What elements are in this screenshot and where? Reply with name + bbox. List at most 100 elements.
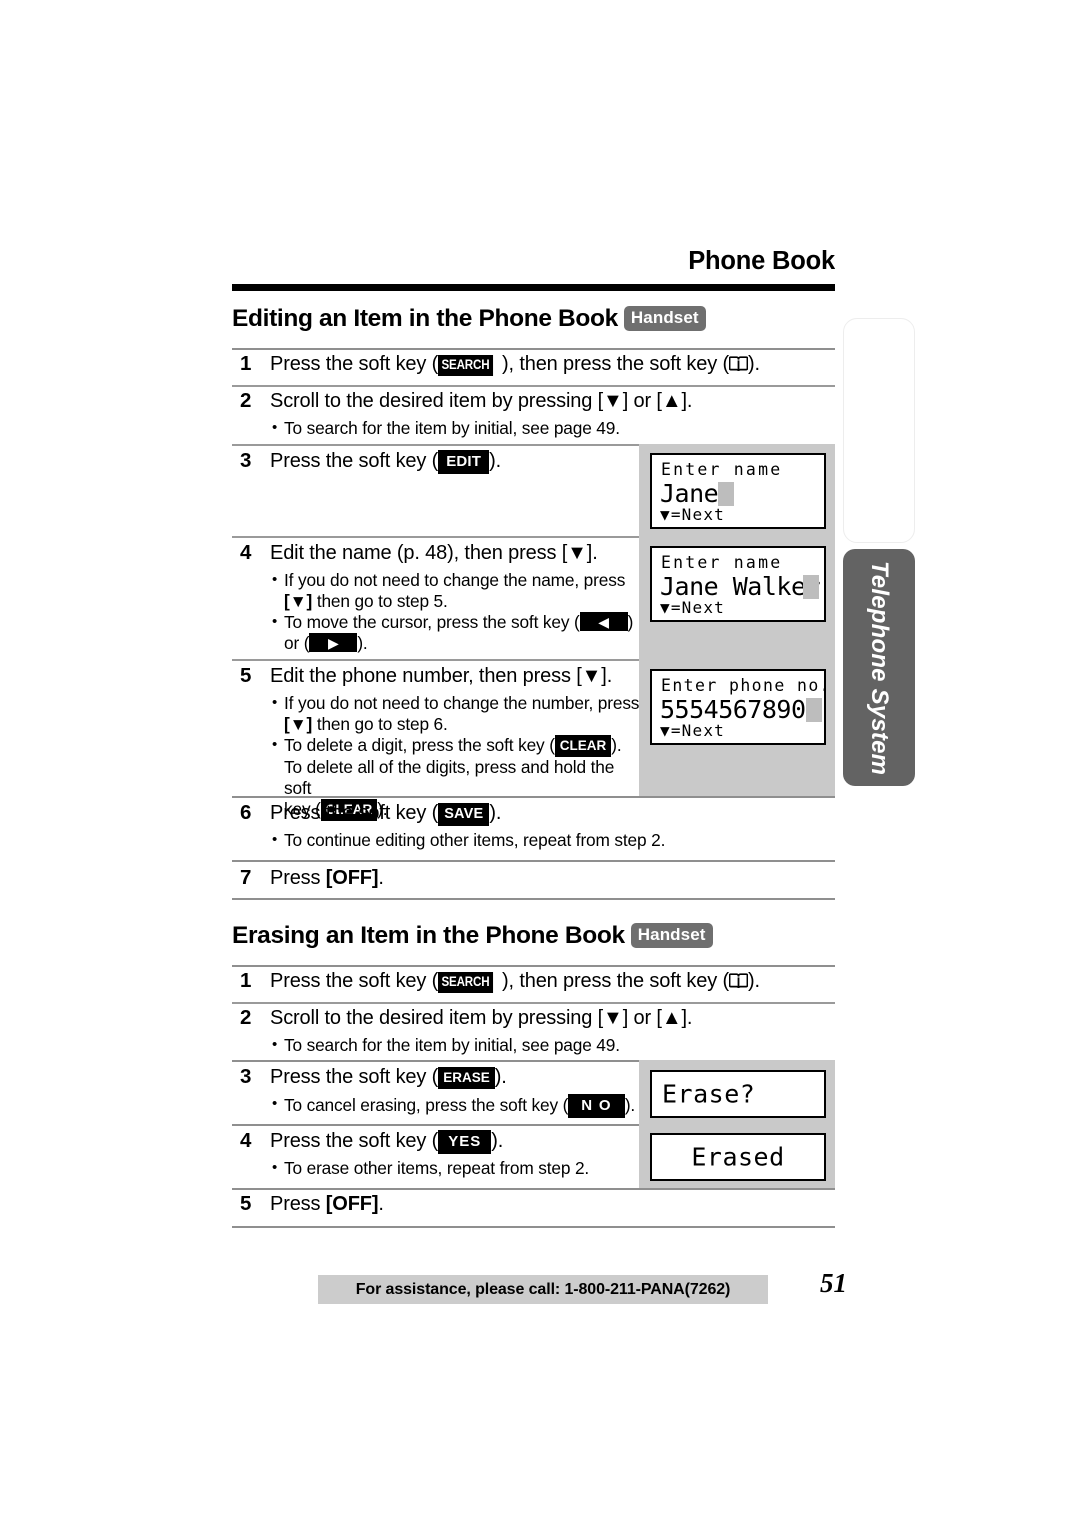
step-text: Press [OFF]. <box>270 867 384 889</box>
step-editing-7: 7 Press [OFF]. <box>240 866 840 891</box>
lcd-line1: Enter name <box>661 460 783 479</box>
rule-e3b <box>639 536 835 542</box>
section-heading-erasing: Erasing an Item in the Phone Book Handset <box>232 922 713 950</box>
softkey-search[interactable]: SEARCH <box>438 971 494 993</box>
lcd-cursor <box>803 575 820 599</box>
key-down: ▼ <box>603 1007 623 1029</box>
step-number: 2 <box>240 389 252 412</box>
step-bullets: If you do not need to change the name, p… <box>270 569 640 654</box>
bullet: To erase other items, repeat from step 2… <box>270 1157 640 1179</box>
manual-page: Phone Book Editing an Item in the Phone … <box>0 0 1080 1528</box>
bullet: To search for the item by initial, see p… <box>270 1034 840 1056</box>
lcd-line2: 5554567890 <box>660 695 822 724</box>
handset-badge: Handset <box>630 923 713 948</box>
softkey-cursor-right[interactable]: ▶ <box>309 633 358 652</box>
phone-book-icon <box>728 354 749 372</box>
step-bullets: To continue editing other items, repeat … <box>270 829 840 851</box>
softkey-erase[interactable]: ERASE <box>438 1067 495 1089</box>
step-editing-3: 3 Press the soft key (EDIT). <box>240 449 640 474</box>
rule-r3b <box>639 1124 835 1130</box>
step-text: Press the soft key (SEARCH), then press … <box>270 970 760 993</box>
rule-r5 <box>232 1226 835 1228</box>
step-editing-5: 5 Edit the phone number, then press [▼].… <box>240 664 640 821</box>
softkey-yes[interactable]: YES <box>438 1130 492 1154</box>
lcd-enter-phone: Enter phone no. 5554567890 ▼=Next <box>650 669 830 745</box>
step-erasing-3: 3 Press the soft key (ERASE). To cancel … <box>240 1065 640 1118</box>
lcd-cursor <box>805 698 822 722</box>
step-text: Press the soft key (ERASE). <box>270 1066 507 1089</box>
step-erasing-2: 2 Scroll to the desired item by pressing… <box>240 1006 840 1056</box>
softkey-edit[interactable]: EDIT <box>438 450 490 474</box>
rule-e0 <box>232 348 835 350</box>
assistance-band: For assistance, please call: 1-800-211-P… <box>318 1275 768 1304</box>
bullet: If you do not need to change the number,… <box>270 692 640 735</box>
step-text: Press the soft key (SAVE). <box>270 802 502 826</box>
lcd-line3: ▼=Next <box>660 598 725 617</box>
rule-r1 <box>232 1002 835 1004</box>
rule-r3 <box>232 1124 639 1126</box>
lcd-line3: ▼=Next <box>660 505 725 524</box>
softkey-save[interactable]: SAVE <box>438 803 490 826</box>
lcd-line1: Erased <box>691 1142 785 1172</box>
softkey-search[interactable]: SEARCH <box>438 354 494 376</box>
softkey-clear[interactable]: CLEAR <box>554 735 612 757</box>
step-text: Press the soft key (YES). <box>270 1130 504 1154</box>
step-bullets: To search for the item by initial, see p… <box>270 417 840 439</box>
step-number: 6 <box>240 801 252 824</box>
side-tab-telephone-system[interactable]: Telephone System <box>843 549 915 786</box>
bullet: To move the cursor, press the soft key (… <box>270 611 640 654</box>
step-text: Scroll to the desired item by pressing [… <box>270 390 693 412</box>
step-text: Press [OFF]. <box>270 1193 384 1215</box>
rule-r0 <box>232 965 835 967</box>
rule-e6 <box>232 860 835 862</box>
lcd-erase-confirm: Erase? <box>650 1070 826 1118</box>
lcd-line1: Enter phone no. <box>661 676 832 695</box>
rule-e3 <box>232 536 639 538</box>
step-number: 1 <box>240 352 252 375</box>
key-up: ▲ <box>661 390 682 412</box>
step-bullets: To erase other items, repeat from step 2… <box>270 1157 640 1179</box>
lcd-line2: Jane Walker <box>660 572 821 601</box>
key-up: ▲ <box>661 1007 682 1029</box>
step-editing-1: 1 Press the soft key (SEARCH), then pres… <box>240 352 840 377</box>
bullet: To search for the item by initial, see p… <box>270 417 840 439</box>
step-text: Press the soft key (EDIT). <box>270 450 502 474</box>
lcd-line2: Jane <box>660 479 735 508</box>
rule-r2 <box>232 1060 639 1062</box>
rule-e1 <box>232 385 835 387</box>
lcd-erased: Erased <box>650 1133 826 1181</box>
step-editing-2: 2 Scroll to the desired item by pressing… <box>240 389 840 439</box>
key-off: [OFF] <box>325 1193 379 1215</box>
softkey-cursor-left[interactable]: ◀ <box>579 612 628 631</box>
step-number: 5 <box>240 664 252 687</box>
phone-book-icon <box>728 971 749 989</box>
step-text: Press the soft key (SEARCH), then press … <box>270 353 760 376</box>
step-erasing-1: 1 Press the soft key (SEARCH), then pres… <box>240 969 840 994</box>
step-number: 7 <box>240 866 252 889</box>
step-number: 3 <box>240 449 252 472</box>
step-editing-6: 6 Press the soft key (SAVE). To continue… <box>240 801 840 851</box>
rule-e2 <box>232 444 639 446</box>
softkey-no[interactable]: N O <box>568 1094 625 1118</box>
step-text: Scroll to the desired item by pressing [… <box>270 1007 693 1029</box>
side-tab-label: Telephone System <box>866 560 893 775</box>
header-rule <box>232 284 835 291</box>
step-text: Edit the name (p. 48), then press [▼]. <box>270 542 598 564</box>
lcd-enter-name-2: Enter name Jane Walker ▼=Next <box>650 546 826 622</box>
section-title-erasing: Erasing an Item in the Phone Book <box>232 922 625 949</box>
rule-r4 <box>232 1188 835 1190</box>
key-off: [OFF] <box>325 867 379 889</box>
step-number: 4 <box>240 541 252 564</box>
key-down: ▼ <box>581 665 602 687</box>
step-editing-4: 4 Edit the name (p. 48), then press [▼].… <box>240 541 640 654</box>
bullet: If you do not need to change the name, p… <box>270 569 640 612</box>
rule-e4 <box>232 659 639 661</box>
side-tab-ghost <box>843 318 915 543</box>
lcd-line1: Erase? <box>662 1079 756 1109</box>
lcd-enter-name-1: Enter name Jane ▼=Next <box>650 453 826 529</box>
step-bullets: To search for the item by initial, see p… <box>270 1034 840 1056</box>
step-number: 4 <box>240 1129 252 1152</box>
running-head: Phone Book <box>688 247 835 275</box>
step-number: 3 <box>240 1065 252 1088</box>
rule-e4b <box>639 659 835 665</box>
